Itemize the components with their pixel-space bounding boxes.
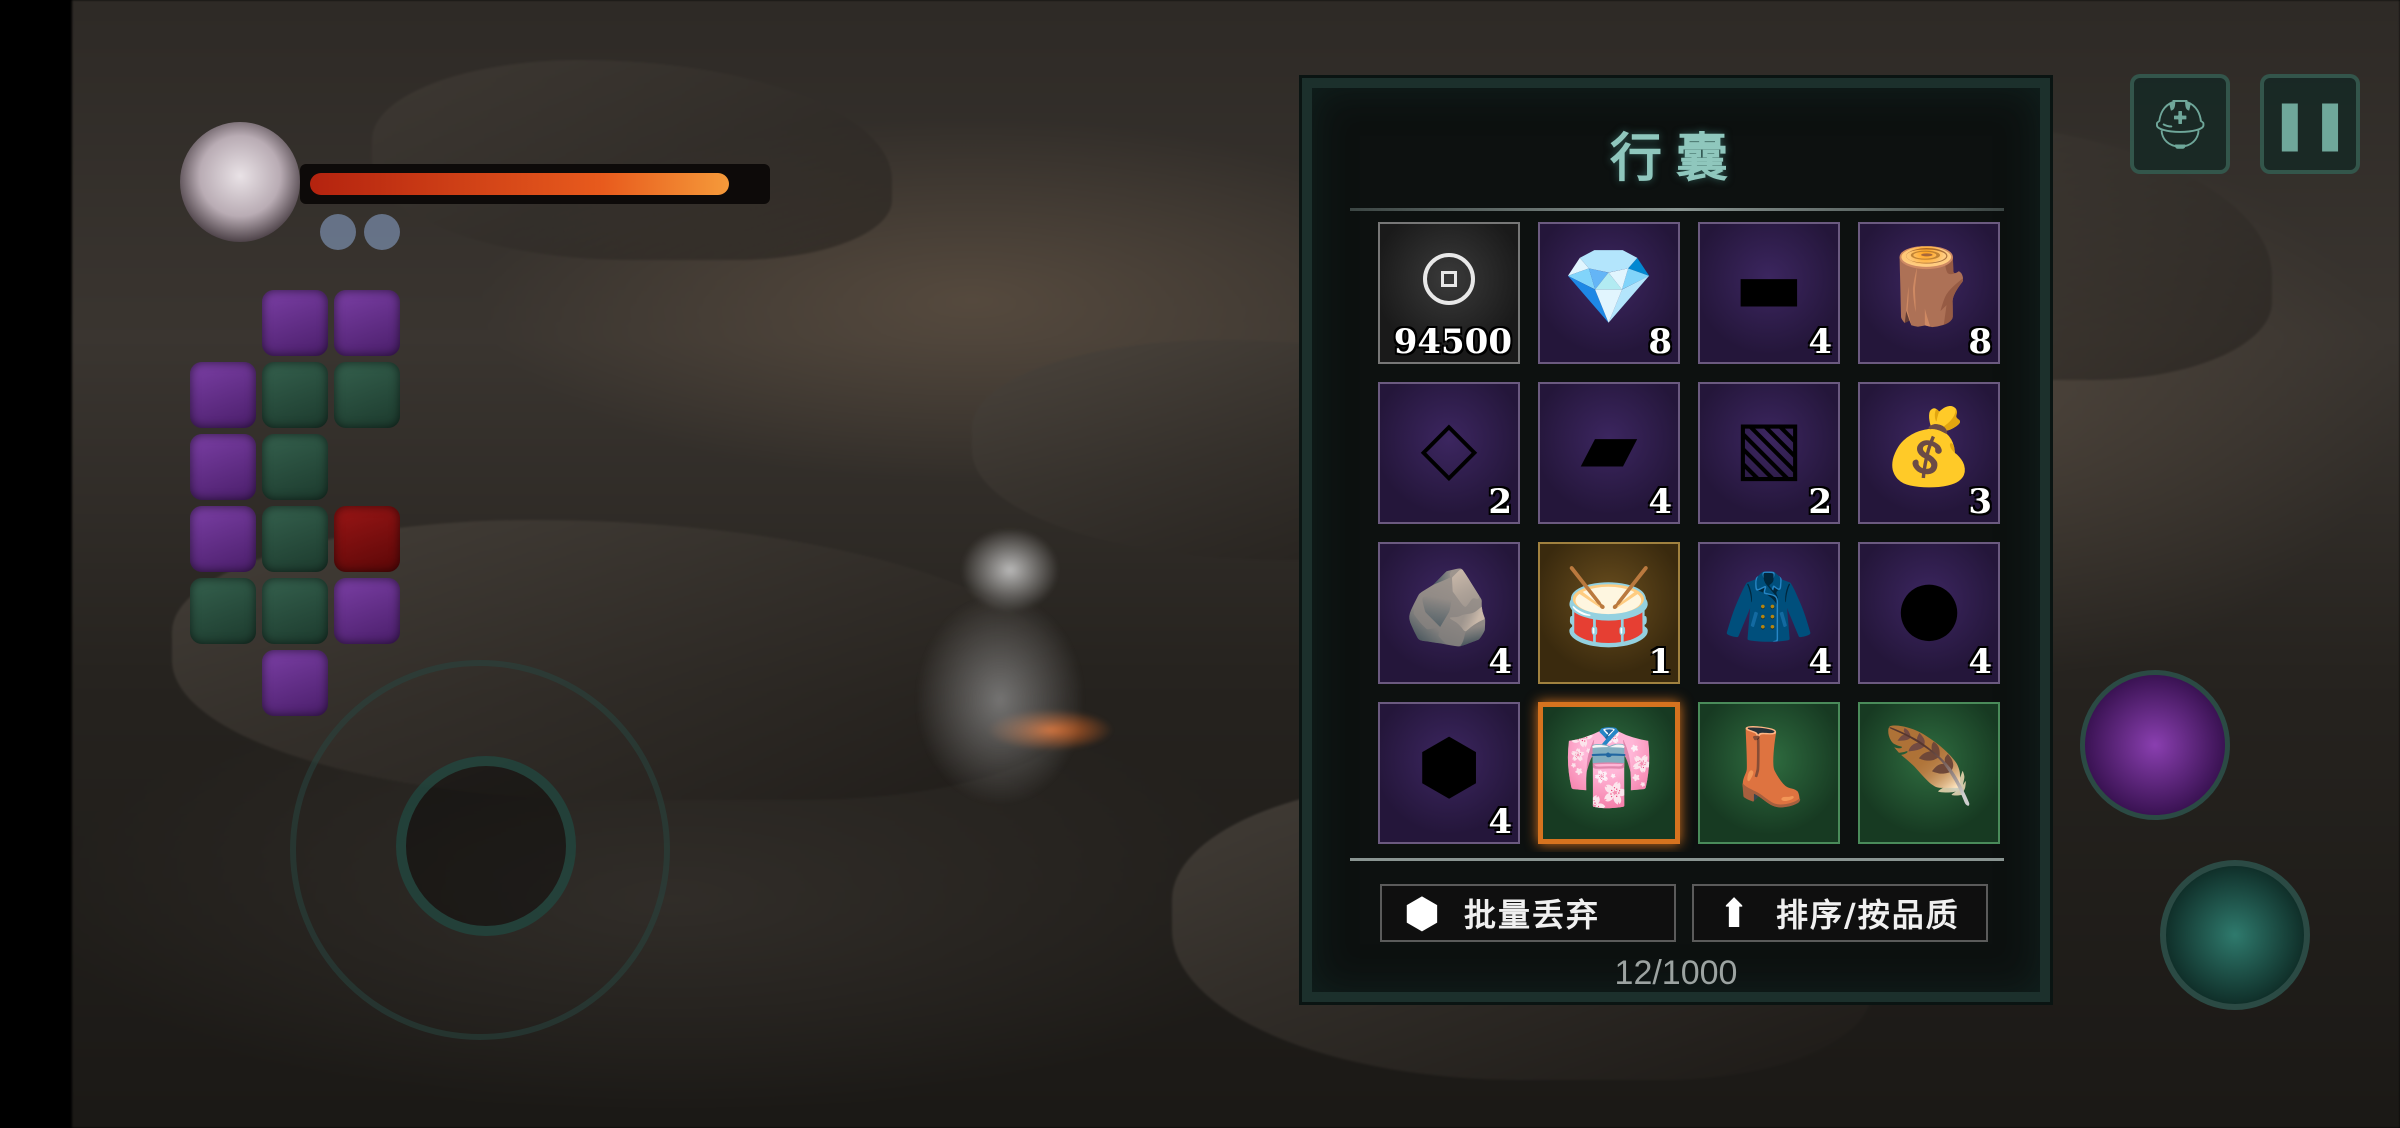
item-count: 8 bbox=[1968, 322, 1992, 362]
gold-ingot-icon: ▰ bbox=[1580, 404, 1638, 491]
buff-icon bbox=[262, 650, 328, 716]
box-icon: ⬢ bbox=[1404, 889, 1442, 937]
item-count: 3 bbox=[1968, 482, 1992, 522]
gold-ore-icon: ⬢ bbox=[1416, 724, 1482, 811]
inventory-slot[interactable]: ● 4 bbox=[1858, 542, 2000, 684]
buff-icon bbox=[190, 434, 256, 500]
title-divider bbox=[1350, 208, 2004, 211]
item-count: 4 bbox=[1808, 642, 1832, 682]
silver-ingot-icon: ▬ bbox=[1734, 244, 1804, 331]
buff-icon bbox=[262, 434, 328, 500]
silver-ore-icon: 🪨 bbox=[1402, 564, 1496, 651]
inventory-slot[interactable]: ▰ 4 bbox=[1538, 382, 1680, 524]
inventory-slot[interactable]: 🥁 1 bbox=[1538, 542, 1680, 684]
boots-icon: 👢 bbox=[1722, 724, 1816, 811]
inventory-slot[interactable]: 👢 bbox=[1698, 702, 1840, 844]
item-count: 2 bbox=[1488, 482, 1512, 522]
buff-icon bbox=[334, 290, 400, 356]
buff-icon bbox=[190, 362, 256, 428]
capacity-counter: 12/1000 bbox=[1614, 954, 1738, 992]
item-count: 4 bbox=[1488, 642, 1512, 682]
inventory-slot[interactable]: 94500 bbox=[1378, 222, 1520, 364]
item-count: 8 bbox=[1648, 322, 1672, 362]
pause-icon[interactable]: ❚❚ bbox=[2260, 74, 2360, 174]
inventory-slot[interactable]: 🪨 4 bbox=[1378, 542, 1520, 684]
blue-pouch-icon: 💰 bbox=[1882, 404, 1976, 491]
item-count: 4 bbox=[1648, 482, 1672, 522]
inventory-slot[interactable]: 🧥 4 bbox=[1698, 542, 1840, 684]
inventory-panel: 行囊 94500 💎 8 ▬ 4 🪵 8 ◇ 2 ▰ 4 ▧ 2 💰 3 🪨 4 🥁 1 🧥 4 ● 4 ⬢ 4 👘 👢 🪶 ⬢ 批量… bbox=[1302, 78, 2050, 1002]
inventory-grid: 94500 💎 8 ▬ 4 🪵 8 ◇ 2 ▰ 4 ▧ 2 💰 3 🪨 4 🥁 1 🧥 4 ● 4 ⬢ 4 👘 👢 🪶 bbox=[1378, 222, 2018, 852]
helmet-icon[interactable]: ⛑ bbox=[2130, 74, 2230, 174]
item-count: 4 bbox=[1968, 642, 1992, 682]
player-character bbox=[880, 530, 1140, 860]
energy-dots bbox=[320, 214, 400, 250]
buff-icon bbox=[262, 506, 328, 572]
buff-icon bbox=[190, 578, 256, 644]
drum-icon: 🥁 bbox=[1562, 564, 1656, 651]
virtual-joystick[interactable] bbox=[290, 660, 670, 1040]
inventory-slot[interactable]: ⬢ 4 bbox=[1378, 702, 1520, 844]
batch-discard-button[interactable]: ⬢ 批量丢弃 bbox=[1380, 884, 1676, 942]
cyan-cloth-icon: ▧ bbox=[1734, 404, 1804, 491]
joystick-knob[interactable] bbox=[396, 756, 576, 936]
inventory-slot[interactable]: ▬ 4 bbox=[1698, 222, 1840, 364]
item-count: 4 bbox=[1808, 322, 1832, 362]
sort-button[interactable]: ⬆ 排序/按品质 bbox=[1692, 884, 1988, 942]
buff-icon bbox=[262, 578, 328, 644]
skill-button-gate[interactable] bbox=[2160, 860, 2310, 1010]
inventory-slot[interactable]: 🪵 8 bbox=[1858, 222, 2000, 364]
skill-button-vortex[interactable] bbox=[2080, 670, 2230, 820]
coin-icon bbox=[1423, 253, 1475, 306]
steel-plate-icon: ◇ bbox=[1420, 404, 1478, 491]
arrow-up-icon: ⬆ bbox=[1717, 889, 1753, 937]
buff-icon bbox=[262, 362, 328, 428]
inventory-slot[interactable]: 💎 8 bbox=[1538, 222, 1680, 364]
item-count: 1 bbox=[1648, 642, 1672, 682]
energy-dot bbox=[320, 214, 356, 250]
left-black-bar bbox=[0, 0, 72, 1128]
inventory-slot[interactable]: ▧ 2 bbox=[1698, 382, 1840, 524]
energy-dot bbox=[364, 214, 400, 250]
health-bar bbox=[300, 164, 770, 204]
item-count: 94500 bbox=[1393, 322, 1512, 362]
health-bar-fill bbox=[310, 173, 729, 195]
buff-icon bbox=[334, 362, 400, 428]
feather-ornament-icon: 🪶 bbox=[1882, 724, 1976, 811]
inventory-slot[interactable]: 💰 3 bbox=[1858, 382, 2000, 524]
item-count: 4 bbox=[1488, 802, 1512, 842]
dark-robe-icon: 🧥 bbox=[1722, 564, 1816, 651]
panel-title: 行囊 bbox=[1609, 128, 1742, 189]
pink-crystal-icon: 💎 bbox=[1562, 244, 1656, 331]
buff-icon bbox=[262, 290, 328, 356]
item-count: 2 bbox=[1808, 482, 1832, 522]
red-armor-icon: 👘 bbox=[1562, 724, 1656, 811]
inventory-slot[interactable]: ◇ 2 bbox=[1378, 382, 1520, 524]
buff-icon bbox=[334, 506, 400, 572]
sort-label: 排序/按品质 bbox=[1776, 896, 1960, 934]
player-portrait bbox=[180, 122, 300, 242]
buff-icon bbox=[334, 578, 400, 644]
inventory-slot[interactable]: 👘 bbox=[1538, 702, 1680, 844]
batch-discard-label: 批量丢弃 bbox=[1464, 896, 1601, 934]
black-ore-icon: ● bbox=[1896, 564, 1962, 651]
inventory-slot[interactable]: 🪶 bbox=[1858, 702, 2000, 844]
wood-log-icon: 🪵 bbox=[1882, 244, 1976, 331]
buff-icon bbox=[190, 506, 256, 572]
bottom-divider bbox=[1350, 858, 2004, 861]
